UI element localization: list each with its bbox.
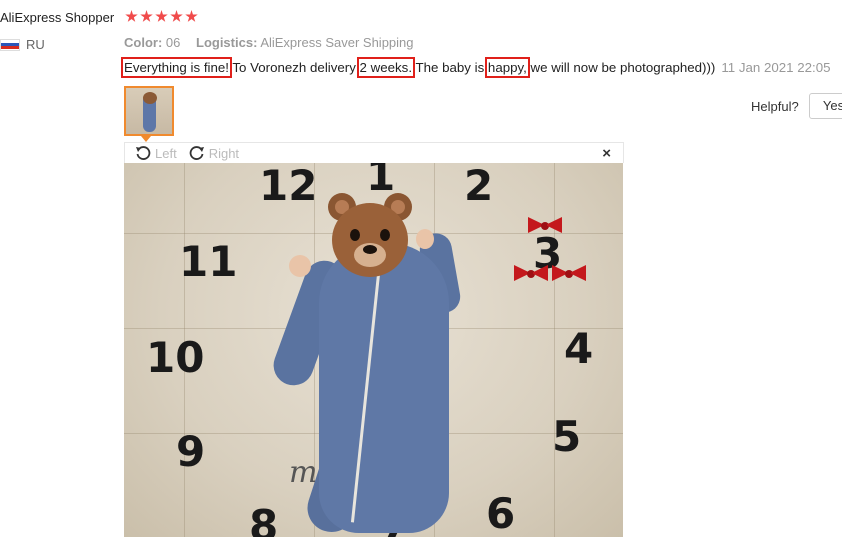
- photo-number-10: 10: [146, 333, 205, 382]
- rotate-left-button[interactable]: Left: [135, 145, 177, 161]
- photo-number-11: 11: [179, 237, 238, 286]
- review-segment: To Voronezh delivery: [228, 60, 360, 75]
- star-icon: [155, 10, 168, 22]
- highlight-happy: happy,: [484, 57, 530, 78]
- country-code: RU: [26, 37, 45, 52]
- baby-figure: [319, 243, 449, 533]
- star-icon: [170, 10, 183, 22]
- review-segment: we will now be photographed))): [526, 60, 716, 75]
- color-value: 06: [165, 35, 181, 50]
- reviewer-country: RU: [0, 37, 45, 52]
- review-photo-thumbnail[interactable]: [124, 86, 174, 136]
- close-icon[interactable]: ×: [602, 145, 611, 162]
- photo-number-9: 9: [176, 427, 206, 476]
- helpful-yes-button[interactable]: Yes: [809, 93, 842, 119]
- order-meta: Color: 06 Logistics: AliExpress Saver Sh…: [124, 35, 426, 50]
- russia-flag-icon: [0, 38, 20, 51]
- rotate-right-label: Right: [208, 145, 240, 161]
- photo-number-4: 4: [564, 324, 594, 373]
- photo-number-2: 2: [464, 163, 494, 210]
- photo-number-5: 5: [552, 412, 582, 461]
- star-icon: [185, 10, 198, 22]
- star-icon: [140, 10, 153, 22]
- rotate-right-icon: [189, 146, 204, 160]
- review-text: Everything is fine! To Voronezh delivery…: [121, 57, 831, 78]
- highlight-fine: Everything is fine!: [121, 57, 232, 78]
- review-segment: The baby is: [412, 60, 488, 75]
- color-label: Color:: [124, 35, 163, 50]
- photo-viewer-toolbar: Left Right ×: [124, 142, 624, 163]
- red-bow-icon: [528, 215, 562, 237]
- helpful-label: Helpful?: [751, 99, 799, 114]
- photo-number-12: 12: [259, 163, 318, 210]
- red-bow-icon: [514, 263, 548, 285]
- red-bow-icon: [552, 263, 586, 285]
- star-icon: [125, 10, 138, 22]
- logistics-value: AliExpress Saver Shipping: [260, 35, 414, 50]
- reviewer-name: AliExpress Shopper: [0, 10, 115, 25]
- photo-number-6: 6: [486, 489, 516, 537]
- rating-stars: [125, 10, 198, 23]
- review-photo-large: 12 1 2 3 4 5 6 7 8 9 10 11 months: [124, 163, 623, 537]
- rotate-left-label: Left: [155, 145, 177, 161]
- review-date: 11 Jan 2021 22:05: [721, 60, 831, 75]
- rotate-right-button[interactable]: Right: [189, 145, 239, 161]
- photo-number-8: 8: [249, 501, 279, 538]
- bear-face-emoji-icon: [324, 191, 416, 283]
- rotate-left-icon: [136, 146, 151, 160]
- highlight-weeks: 2 weeks.: [356, 57, 416, 78]
- logistics-label: Logistics:: [196, 35, 258, 50]
